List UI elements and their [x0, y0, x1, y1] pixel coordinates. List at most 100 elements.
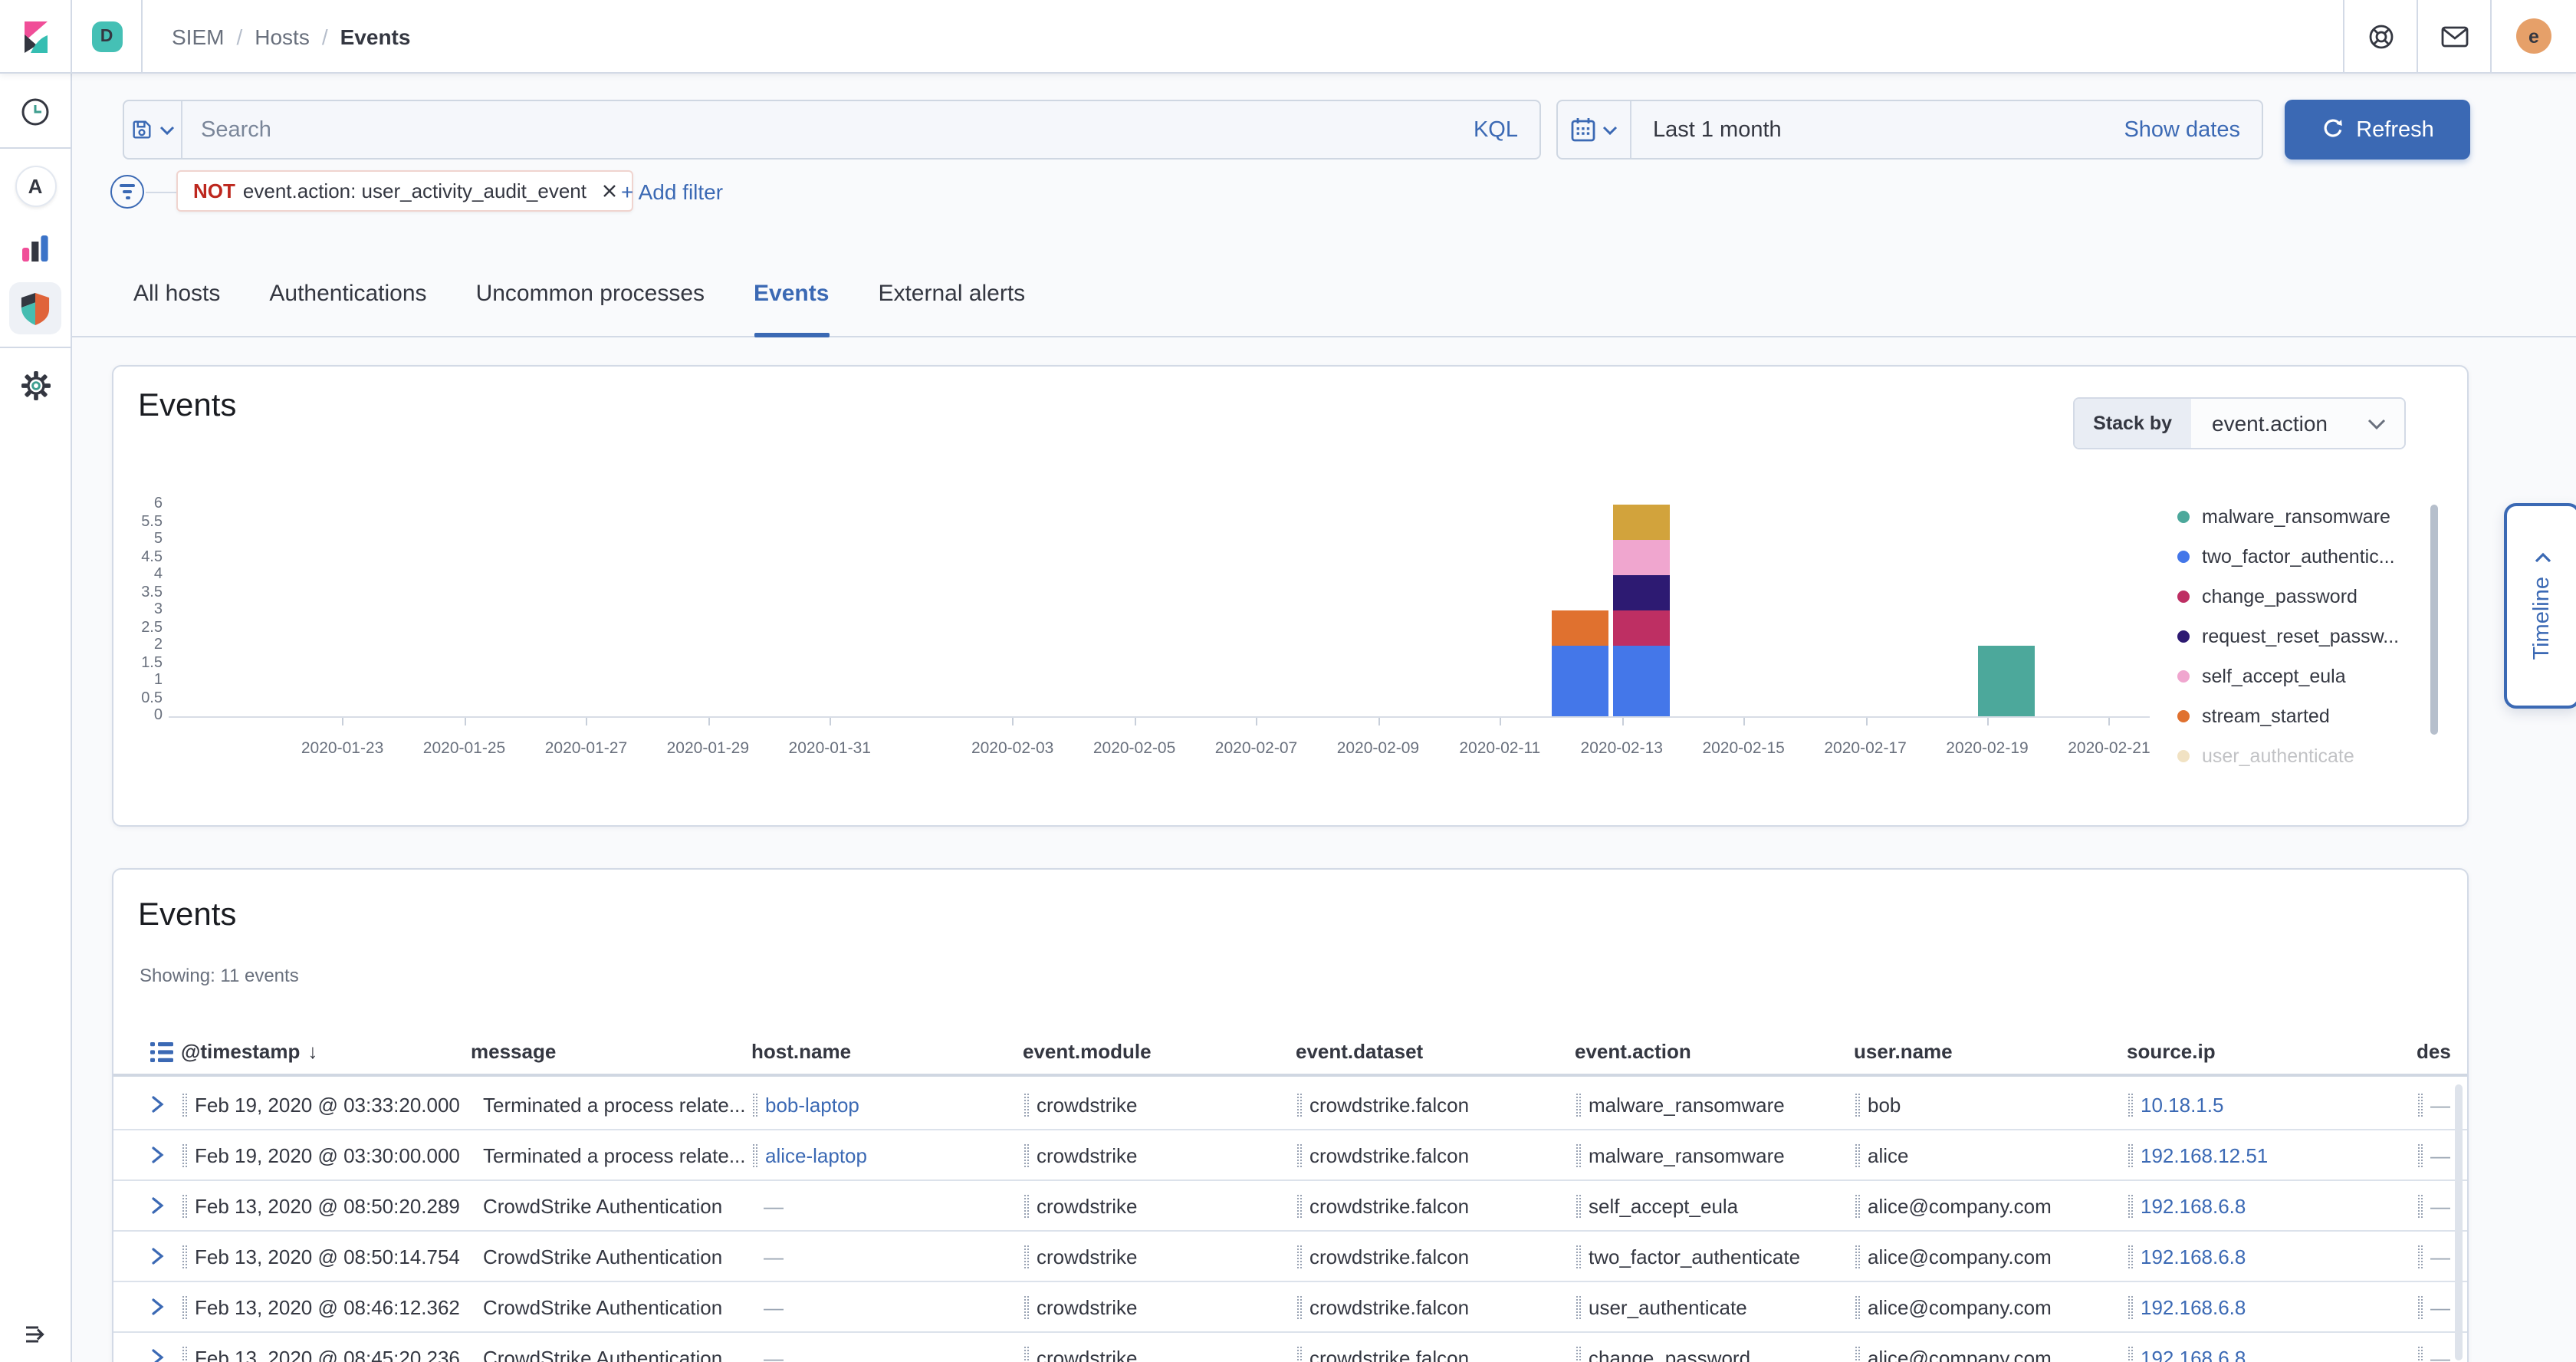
chart-bar-segment[interactable]: [1978, 646, 2035, 716]
drag-handle[interactable]: [1855, 1194, 1860, 1217]
date-range-value[interactable]: Last 1 month: [1631, 117, 2124, 142]
drag-handle[interactable]: [1024, 1093, 1029, 1116]
fields-browser-button[interactable]: [113, 1041, 181, 1062]
expand-row-button[interactable]: [113, 1195, 181, 1216]
tab-uncommon-processes[interactable]: Uncommon processes: [476, 271, 705, 337]
drag-handle[interactable]: [1855, 1346, 1860, 1362]
sidebar-item-visualize[interactable]: [0, 235, 71, 262]
drag-handle[interactable]: [1576, 1295, 1581, 1318]
drag-handle[interactable]: [2128, 1143, 2133, 1166]
drag-handle[interactable]: [1576, 1346, 1581, 1362]
table-header-cell-des[interactable]: des: [2417, 1040, 2469, 1063]
sidebar-item-recent[interactable]: [0, 92, 71, 132]
chart-bar-segment[interactable]: [1612, 646, 1669, 716]
tab-events[interactable]: Events: [754, 271, 829, 337]
user-menu[interactable]: e: [2490, 0, 2576, 72]
chart-bar-segment[interactable]: [1552, 610, 1608, 646]
drag-handle[interactable]: [182, 1093, 187, 1116]
refresh-button[interactable]: Refresh: [2285, 100, 2470, 160]
sidebar-item-apm[interactable]: A: [0, 164, 71, 207]
legend-item[interactable]: request_reset_passw...: [2177, 617, 2399, 656]
date-quick-select-button[interactable]: [1558, 101, 1631, 158]
drag-handle[interactable]: [753, 1143, 757, 1166]
drag-handle[interactable]: [1024, 1346, 1029, 1362]
add-filter-button[interactable]: + Add filter: [621, 179, 723, 204]
drag-handle[interactable]: [182, 1295, 187, 1318]
drag-handle[interactable]: [1024, 1295, 1029, 1318]
drag-handle[interactable]: [182, 1245, 187, 1268]
drag-handle[interactable]: [1297, 1245, 1302, 1268]
search-input[interactable]: [182, 117, 1452, 142]
drag-handle[interactable]: [1024, 1194, 1029, 1217]
drag-handle[interactable]: [182, 1346, 187, 1362]
legend-item[interactable]: malware_ransomware: [2177, 497, 2399, 537]
kibana-logo[interactable]: [0, 0, 72, 72]
drag-handle[interactable]: [1855, 1295, 1860, 1318]
newsfeed-button[interactable]: [2417, 0, 2490, 72]
drag-handle[interactable]: [182, 1194, 187, 1217]
filter-pill[interactable]: NOT event.action: user_activity_audit_ev…: [176, 170, 634, 212]
drag-handle[interactable]: [1855, 1143, 1860, 1166]
remove-filter-button[interactable]: [603, 184, 617, 198]
drag-handle[interactable]: [1297, 1346, 1302, 1362]
drag-handle[interactable]: [1024, 1245, 1029, 1268]
help-button[interactable]: [2343, 0, 2417, 72]
legend-item[interactable]: user_authenticate: [2177, 736, 2399, 776]
breadcrumb-siem[interactable]: SIEM: [172, 24, 224, 48]
space-switcher[interactable]: D: [72, 0, 143, 72]
chart-bar-segment[interactable]: [1612, 575, 1669, 610]
drag-handle[interactable]: [753, 1093, 757, 1116]
drag-handle[interactable]: [1576, 1143, 1581, 1166]
drag-handle[interactable]: [2128, 1245, 2133, 1268]
legend-item[interactable]: self_accept_eula: [2177, 656, 2399, 696]
chart-bar-segment[interactable]: [1612, 610, 1669, 646]
table-header-cell-eventmodule[interactable]: event.module: [1023, 1040, 1296, 1063]
drag-handle[interactable]: [1297, 1093, 1302, 1116]
legend-item[interactable]: stream_started: [2177, 696, 2399, 736]
drag-handle[interactable]: [2418, 1295, 2423, 1318]
saved-query-menu-button[interactable]: [124, 101, 182, 158]
sidebar-item-management[interactable]: [0, 370, 71, 400]
table-header-cell-eventdataset[interactable]: event.dataset: [1296, 1040, 1575, 1063]
table-header-cell-username[interactable]: user.name: [1854, 1040, 2127, 1063]
drag-handle[interactable]: [2128, 1346, 2133, 1362]
drag-handle[interactable]: [1576, 1194, 1581, 1217]
expand-row-button[interactable]: [113, 1347, 181, 1362]
tab-all-hosts[interactable]: All hosts: [133, 271, 220, 337]
filter-options-button[interactable]: [110, 175, 144, 209]
drag-handle[interactable]: [2418, 1194, 2423, 1217]
expand-row-button[interactable]: [113, 1144, 181, 1166]
table-scrollbar[interactable]: [2455, 1084, 2463, 1360]
table-header-cell-sourceip[interactable]: source.ip: [2127, 1040, 2417, 1063]
tab-authentications[interactable]: Authentications: [269, 271, 426, 337]
drag-handle[interactable]: [2418, 1093, 2423, 1116]
breadcrumb-hosts[interactable]: Hosts: [255, 24, 310, 48]
table-header-cell-message[interactable]: message: [471, 1040, 751, 1063]
drag-handle[interactable]: [1855, 1093, 1860, 1116]
chart-bar-segment[interactable]: [1612, 505, 1669, 540]
expand-row-button[interactable]: [113, 1245, 181, 1267]
drag-handle[interactable]: [1297, 1295, 1302, 1318]
table-header-cell-timestamp[interactable]: @timestamp↓: [181, 1040, 471, 1063]
drag-handle[interactable]: [1024, 1143, 1029, 1166]
table-header-cell-hostname[interactable]: host.name: [751, 1040, 1023, 1063]
drag-handle[interactable]: [2418, 1143, 2423, 1166]
kql-switch[interactable]: KQL: [1452, 117, 1539, 142]
drag-handle[interactable]: [1855, 1245, 1860, 1268]
drag-handle[interactable]: [1297, 1143, 1302, 1166]
legend-item[interactable]: change_password: [2177, 577, 2399, 617]
expand-row-button[interactable]: [113, 1296, 181, 1318]
sidebar-item-siem[interactable]: [0, 282, 71, 334]
timeline-toggle-button[interactable]: Timeline: [2504, 503, 2576, 709]
drag-handle[interactable]: [1297, 1194, 1302, 1217]
drag-handle[interactable]: [2128, 1295, 2133, 1318]
drag-handle[interactable]: [2128, 1093, 2133, 1116]
legend-item[interactable]: two_factor_authentic...: [2177, 537, 2399, 577]
table-header-cell-eventaction[interactable]: event.action: [1575, 1040, 1854, 1063]
drag-handle[interactable]: [1576, 1245, 1581, 1268]
drag-handle[interactable]: [2128, 1194, 2133, 1217]
chart-bar-segment[interactable]: [1552, 646, 1608, 716]
drag-handle[interactable]: [2418, 1346, 2423, 1362]
legend-scrollbar[interactable]: [2430, 505, 2438, 735]
drag-handle[interactable]: [1576, 1093, 1581, 1116]
